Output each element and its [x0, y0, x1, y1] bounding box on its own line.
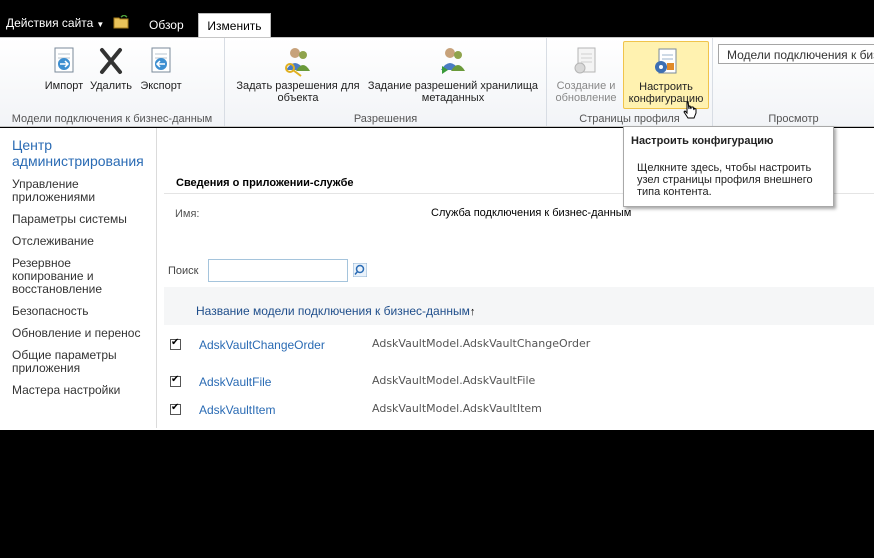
tooltip-body-line: типа контента. [637, 186, 712, 198]
nav-system-settings[interactable]: Параметры системы [12, 213, 127, 226]
model-id: AdskVaultModel.AdskVaultChangeOrder [372, 337, 591, 350]
nav-label: восстановление [12, 282, 103, 296]
table-row: AdskVaultItem AdskVaultModel.AdskVaultIt… [164, 400, 874, 420]
set-object-permissions-button[interactable]: Задать разрешения для объекта [231, 44, 365, 104]
tooltip-body-line: узел страницы профиля внешнего [637, 174, 813, 186]
set-metadata-store-permissions-button[interactable]: Задание разрешений хранилища метаданных [363, 44, 543, 104]
row-checkbox[interactable] [170, 402, 181, 415]
import-icon [54, 47, 74, 73]
table-row: AdskVaultFile AdskVaultModel.AdskVaultFi… [164, 372, 874, 392]
create-update-line2: обновление [555, 92, 617, 104]
delete-icon [100, 48, 122, 74]
search-label: Поиск [168, 265, 199, 277]
quick-launch-title-line1: Центр [12, 137, 53, 153]
nav-application-management[interactable]: Управление приложениями [12, 178, 95, 204]
nav-monitoring[interactable]: Отслеживание [12, 235, 94, 248]
table-row: AdskVaultChangeOrder AdskVaultModel.Adsk… [164, 335, 874, 355]
tab-browse[interactable]: Обзор [138, 13, 195, 37]
model-link[interactable]: AdskVaultItem [199, 403, 275, 417]
quick-launch: Центр администрирования Управление прило… [0, 128, 157, 428]
delete-button[interactable]: Удалить [88, 44, 134, 92]
set-object-permissions-line2: объекта [277, 92, 319, 104]
model-link[interactable]: AdskVaultFile [199, 375, 271, 389]
configure-tooltip: Настроить конфигурацию Щелкните здесь, ч… [623, 126, 834, 207]
nav-configuration-wizards[interactable]: Мастера настройки [12, 384, 120, 397]
nav-security[interactable]: Безопасность [12, 305, 89, 318]
nav-general-app-settings[interactable]: Общие параметры приложения [12, 349, 117, 375]
model-link[interactable]: AdskVaultChangeOrder [199, 338, 325, 352]
tooltip-body-line: Щелкните здесь, чтобы настроить [637, 162, 812, 174]
configure-line1: Настроить [639, 81, 693, 93]
top-bar: Действия сайта ▼ Обзор Изменить [0, 0, 874, 37]
row-checkbox[interactable] [170, 374, 181, 387]
metadata-store-permissions-icon [441, 48, 465, 74]
create-update-line1: Создание и [556, 80, 616, 92]
quick-launch-title[interactable]: Центр администрирования [12, 137, 144, 169]
row-checkbox[interactable] [170, 337, 181, 350]
search-icon[interactable] [353, 263, 367, 277]
import-button[interactable]: Импорт [40, 44, 88, 92]
create-update-icon [574, 47, 596, 74]
site-actions-label: Действия сайта [6, 16, 94, 30]
sort-by-name-header[interactable]: Название модели подключения к бизнес-дан… [196, 304, 475, 318]
navigate-up-icon[interactable] [113, 15, 129, 29]
export-button[interactable]: Экспорт [136, 44, 186, 92]
chevron-down-icon: ▼ [96, 20, 105, 29]
set-metadata-store-permissions-line1: Задание разрешений хранилища [367, 80, 539, 92]
tooltip-body: Щелкните здесь, чтобы настроить узел стр… [637, 162, 827, 198]
configure-button[interactable]: Настроить конфигурацию [623, 41, 709, 109]
export-icon [151, 47, 171, 73]
column-header: Название модели подключения к бизнес-дан… [164, 287, 874, 325]
view-select[interactable]: Модели подключения к биз [718, 44, 874, 64]
model-id: AdskVaultModel.AdskVaultItem [372, 402, 542, 415]
ribbon-group-label: Модели подключения к бизнес-данным [11, 113, 213, 125]
quick-launch-title-line2: администрирования [12, 153, 144, 169]
mouse-pointer-icon [683, 101, 697, 119]
ribbon-group-bdc-models: Импорт Удалить Экспорт Модели подключени… [0, 38, 225, 126]
name-label: Имя: [175, 208, 200, 220]
sort-ascending-icon: ↑ [469, 306, 476, 318]
configure-icon [655, 48, 677, 74]
column-header-label: Название модели подключения к бизнес-дан… [196, 304, 470, 318]
export-label: Экспорт [140, 80, 182, 92]
ribbon-group-permissions: Задать разрешения для объекта Задание ра… [225, 38, 547, 126]
model-id: AdskVaultModel.AdskVaultFile [372, 374, 536, 387]
set-object-permissions-line1: Задать разрешения для [236, 80, 360, 92]
search-input[interactable] [208, 259, 348, 282]
nav-label: приложения [12, 361, 81, 375]
object-permissions-icon [285, 48, 310, 77]
ribbon-group-label: Разрешения [353, 113, 418, 125]
nav-label: приложениями [12, 190, 96, 204]
tab-edit[interactable]: Изменить [198, 13, 271, 37]
set-metadata-store-permissions-line2: метаданных [421, 92, 485, 104]
nav-backup-restore[interactable]: Резервное копирование и восстановление [12, 257, 102, 296]
site-actions-menu[interactable]: Действия сайта ▼ [6, 16, 104, 30]
nav-upgrade-migration[interactable]: Обновление и перенос [12, 327, 140, 340]
tooltip-title: Настроить конфигурацию [631, 135, 774, 147]
ribbon-group-label: Просмотр [768, 113, 819, 125]
delete-label: Удалить [90, 80, 132, 92]
name-value: Служба подключения к бизнес-данным [431, 207, 632, 219]
section-title: Сведения о приложении-службе [176, 177, 354, 189]
create-update-button[interactable]: Создание и обновление [551, 44, 621, 104]
ribbon: Импорт Удалить Экспорт Модели подключени… [0, 37, 874, 127]
import-label: Импорт [44, 80, 84, 92]
